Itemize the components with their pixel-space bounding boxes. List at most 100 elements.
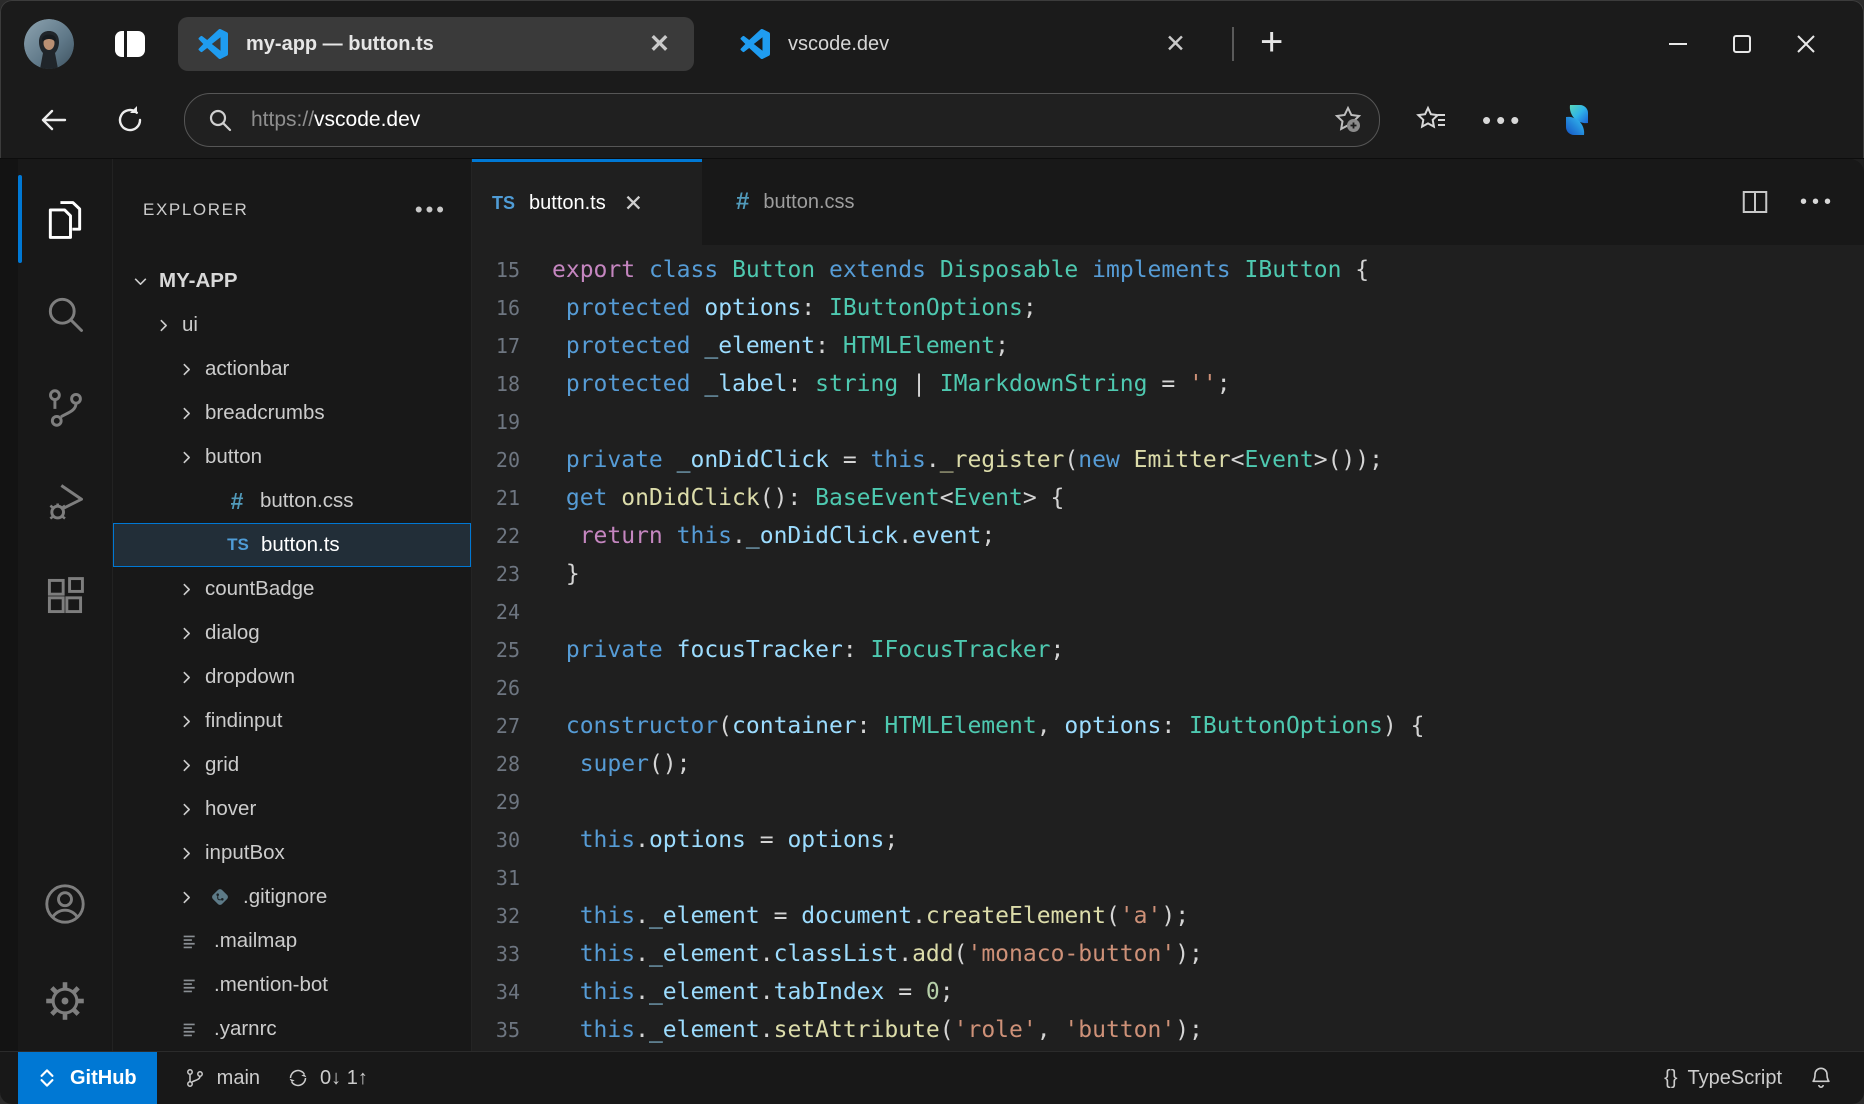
tree-item-label: ui [182,313,198,337]
code-line-33[interactable]: 33 this._element.classList.add('monaco-b… [472,935,1864,973]
code-line-18[interactable]: 18 protected _label: string | IMarkdownS… [472,365,1864,403]
maximize-button[interactable] [1710,17,1774,71]
code-line-30[interactable]: 30 this.options = options; [472,821,1864,859]
code-line-27[interactable]: 27 constructor(container: HTMLElement, o… [472,707,1864,745]
code-line-25[interactable]: 25 private focusTracker: IFocusTracker; [472,631,1864,669]
language-mode[interactable]: {} TypeScript [1664,1067,1782,1090]
explorer-menu-icon[interactable]: ••• [415,206,447,215]
code-text: export class Button extends Disposable i… [552,257,1369,283]
tree-item-grid[interactable]: grid [113,743,471,787]
close-window-button[interactable] [1774,17,1838,71]
tree-item-dialog[interactable]: dialog [113,611,471,655]
code-line-16[interactable]: 16 protected options: IButtonOptions; [472,289,1864,327]
tree-item-button.ts[interactable]: TSbutton.ts [113,523,471,567]
editor-tab-button-ts[interactable]: TS button.ts ✕ [472,159,702,245]
back-button[interactable] [30,96,78,144]
code-line-26[interactable]: 26 [472,669,1864,707]
tree-item-label: dialog [205,621,260,645]
code-text: return this._onDidClick.event; [552,523,995,549]
notifications-bell-icon[interactable] [1808,1065,1834,1091]
url-text[interactable]: https://vscode.dev [251,108,1319,132]
account-button[interactable] [18,857,112,951]
browser-tab-strip: my-app — button.ts ✕ vscode.dev ✕ + [0,0,1864,88]
sidebar-item-extensions[interactable] [18,549,112,643]
code-line-32[interactable]: 32 this._element = document.createElemen… [472,897,1864,935]
tree-item-label: countBadge [205,577,314,601]
tab-actions-icon[interactable] [108,22,152,66]
tab-close-icon[interactable]: ✕ [643,32,676,57]
code-line-23[interactable]: 23 } [472,555,1864,593]
add-favorite-icon[interactable] [1331,103,1365,137]
tree-item-ui[interactable]: ui [113,303,471,347]
tree-item-dropdown[interactable]: dropdown [113,655,471,699]
browser-tab-active[interactable]: my-app — button.ts ✕ [178,17,694,71]
braces-icon: {} [1664,1067,1677,1090]
sync-indicator[interactable]: 0↓ 1↑ [286,1052,368,1104]
split-editor-icon[interactable] [1740,187,1770,217]
code-line-15[interactable]: 15export class Button extends Disposable… [472,251,1864,289]
browser-menu-icon[interactable]: ••• [1482,105,1524,136]
code-line-35[interactable]: 35 this._element.setAttribute('role', 'b… [472,1011,1864,1049]
url-host: vscode.dev [314,108,420,131]
tree-item-button[interactable]: button [113,435,471,479]
address-bar[interactable]: https://vscode.dev [184,93,1380,147]
new-tab-button[interactable]: + [1250,22,1293,62]
code-line-31[interactable]: 31 [472,859,1864,897]
sidebar-item-search[interactable] [18,267,112,361]
tree-item-inputBox[interactable]: inputBox [113,831,471,875]
settings-button[interactable] [18,951,112,1051]
line-number: 29 [472,790,520,814]
css-file-icon: # [736,188,749,216]
run-and-debug-icon [43,480,87,524]
code-line-22[interactable]: 22 return this._onDidClick.event; [472,517,1864,555]
tree-item-label: .gitignore [243,885,327,909]
code-text: this._element = document.createElement('… [552,903,1189,929]
line-number: 24 [472,600,520,624]
remote-indicator[interactable]: GitHub [18,1052,157,1104]
browser-tab-inactive[interactable]: vscode.dev ✕ [720,17,1210,71]
code-line-17[interactable]: 17 protected _element: HTMLElement; [472,327,1864,365]
code-text: this._element.tabIndex = 0; [552,979,954,1005]
tree-item-hover[interactable]: hover [113,787,471,831]
sidebar-item-run-debug[interactable] [18,455,112,549]
code-line-24[interactable]: 24 [472,593,1864,631]
profile-avatar[interactable] [24,19,74,69]
code-line-34[interactable]: 34 this._element.tabIndex = 0; [472,973,1864,1011]
css-file-icon: # [222,488,252,515]
code-editor[interactable]: 15export class Button extends Disposable… [472,245,1864,1051]
tree-item-findinput[interactable]: findinput [113,699,471,743]
code-line-20[interactable]: 20 private _onDidClick = this._register(… [472,441,1864,479]
close-tab-icon[interactable]: ✕ [624,190,643,217]
favorites-icon[interactable] [1414,103,1448,137]
tree-item-dot-yarnrc[interactable]: .yarnrc [113,1007,471,1051]
tree-item-button.css[interactable]: #button.css [113,479,471,523]
code-line-29[interactable]: 29 [472,783,1864,821]
copilot-icon[interactable] [1558,101,1596,139]
active-indicator [18,175,22,263]
tree-item-label: .yarnrc [214,1017,277,1041]
code-line-19[interactable]: 19 [472,403,1864,441]
tab-close-icon[interactable]: ✕ [1159,32,1192,57]
tree-item-MY-APP[interactable]: MY-APP [113,259,471,303]
reload-button[interactable] [106,96,154,144]
branch-indicator[interactable]: main [183,1052,260,1104]
code-line-21[interactable]: 21 get onDidClick(): BaseEvent<Event> { [472,479,1864,517]
line-number: 17 [472,334,520,358]
tree-item-dot-mailmap[interactable]: .mailmap [113,919,471,963]
editor-tab-button-css[interactable]: # button.css [702,159,1086,245]
code-text: this.options = options; [552,827,898,853]
line-number: 30 [472,828,520,852]
tree-item-breadcrumbs[interactable]: breadcrumbs [113,391,471,435]
sidebar-item-explorer[interactable] [18,173,112,267]
tree-item-countBadge[interactable]: countBadge [113,567,471,611]
minimize-button[interactable] [1646,17,1710,71]
code-line-28[interactable]: 28 super(); [472,745,1864,783]
editor-more-actions-icon[interactable]: ••• [1800,191,1836,214]
tree-item-dot-gitignore[interactable]: .gitignore [113,875,471,919]
tree-item-actionbar[interactable]: actionbar [113,347,471,391]
git-branch-icon [183,1066,207,1090]
tree-item-dot-mention-bot[interactable]: .mention-bot [113,963,471,1007]
sidebar-item-source-control[interactable] [18,361,112,455]
line-number: 25 [472,638,520,662]
config-file-icon [176,974,206,996]
